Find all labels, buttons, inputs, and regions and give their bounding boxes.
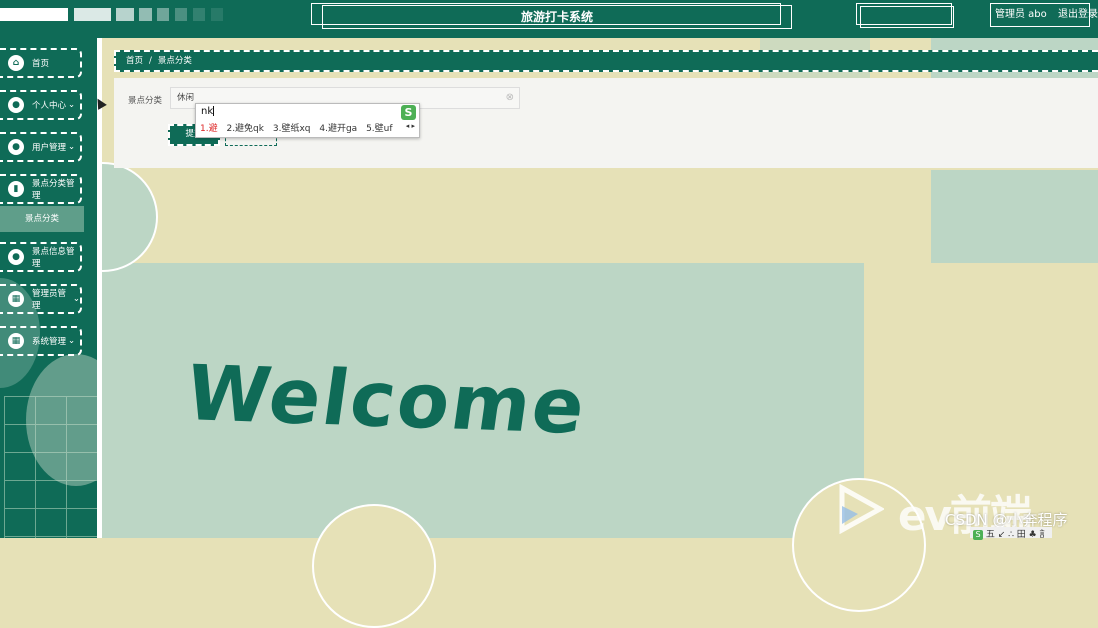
sidebar-item-scenic-info-management[interactable]: ● 景点信息管理	[0, 242, 82, 272]
ime-candidate-popup: nk S 1.避 2.避免qk 3.壁纸xq 4.避开ga 5.壁uf ◂ ▸	[195, 103, 420, 138]
play-logo-icon	[838, 483, 886, 537]
breadcrumb-home[interactable]: 首页	[126, 56, 143, 66]
chevron-down-icon: ⌄	[68, 142, 76, 152]
sidebar: ⌂ 首页 ● 个人中心 ⌄ ● 用户管理 ⌄ ▮ 景点分类管理 景点分类 ● 景…	[0, 38, 97, 538]
user-icon: ●	[8, 139, 24, 155]
chart-icon: ▮	[8, 181, 24, 197]
ime-composition: nk	[201, 106, 215, 117]
breadcrumb: 首页 / 景点分类	[114, 50, 1098, 72]
breadcrumb-separator: /	[149, 56, 152, 66]
sidebar-item-system-management[interactable]: ▦ 系统管理 ⌄	[0, 326, 82, 356]
tray-text: 五 ↙ ∴ 田 ♣ 訁	[985, 530, 1049, 540]
sidebar-item-label: 个人中心	[32, 101, 67, 111]
user-icon: ●	[8, 249, 24, 265]
ime-page-arrows-icon[interactable]: ◂ ▸	[406, 122, 415, 130]
app-title: 旅游打卡系统	[322, 5, 792, 29]
header-decoration	[193, 8, 205, 21]
ime-candidate[interactable]: 5.壁uf	[366, 124, 392, 134]
sidebar-item-label: 系统管理	[32, 337, 67, 347]
sidebar-item-label: 管理员管理	[32, 289, 67, 311]
title-frame	[860, 6, 954, 28]
sidebar-subitem-scenic-category[interactable]: 景点分类	[0, 206, 84, 232]
chevron-down-icon: ⌄	[72, 294, 80, 304]
sidebar-item-home[interactable]: ⌂ 首页	[0, 48, 82, 78]
sidebar-item-label: 用户管理	[32, 143, 67, 153]
admin-user-label: 管理员 abo	[995, 9, 1047, 20]
sidebar-item-label: 景点信息管理	[32, 247, 75, 269]
ime-candidate[interactable]: 1.避	[200, 124, 218, 134]
user-area: 管理员 abo 退出登录	[990, 3, 1098, 27]
sidebar-item-user-management[interactable]: ● 用户管理 ⌄	[0, 132, 82, 162]
sogou-tray-icon: S	[973, 530, 983, 540]
ime-status-tray: S 五 ↙ ∴ 田 ♣ 訁	[970, 527, 1052, 540]
header-decoration	[139, 8, 152, 21]
header-decoration	[0, 8, 68, 21]
breadcrumb-current: 景点分类	[157, 56, 192, 66]
header-decoration	[116, 8, 134, 21]
sidebar-item-personal-center[interactable]: ● 个人中心 ⌄	[0, 90, 82, 120]
ime-candidate[interactable]: 4.避开ga	[319, 124, 357, 134]
sidebar-divider	[97, 38, 102, 538]
header-decoration	[211, 8, 223, 21]
chevron-down-icon: ⌄	[68, 100, 76, 110]
logout-link[interactable]: 退出登录	[1058, 9, 1098, 20]
sogou-ime-icon[interactable]: S	[401, 105, 416, 120]
grid-icon: ▦	[8, 291, 24, 307]
ime-candidate-list: 1.避 2.避免qk 3.壁纸xq 4.避开ga 5.壁uf	[200, 121, 399, 134]
ime-candidate[interactable]: 2.避免qk	[226, 124, 264, 134]
chevron-down-icon: ⌄	[68, 336, 76, 346]
clear-icon[interactable]: ⊗	[506, 88, 514, 108]
header-decoration	[157, 8, 169, 21]
sidebar-item-admin-management[interactable]: ▦ 管理员管理 ⌄	[0, 284, 82, 314]
ime-candidate[interactable]: 3.壁纸xq	[273, 124, 311, 134]
home-icon: ⌂	[8, 55, 24, 71]
header-decoration	[175, 8, 187, 21]
sidebar-item-label: 景点分类管理	[32, 179, 75, 201]
sidebar-item-scenic-category-management[interactable]: ▮ 景点分类管理	[0, 174, 82, 204]
category-field-label: 景点分类	[128, 96, 163, 106]
header-decoration	[74, 8, 111, 21]
top-navbar: 旅游打卡系统 管理员 abo 退出登录	[0, 0, 1098, 38]
category-input-value: 休闲	[177, 93, 195, 103]
sidebar-item-label: 首页	[32, 59, 50, 69]
user-icon: ●	[8, 97, 24, 113]
welcome-text: Welcome	[180, 348, 593, 451]
grid-icon: ▦	[8, 333, 24, 349]
